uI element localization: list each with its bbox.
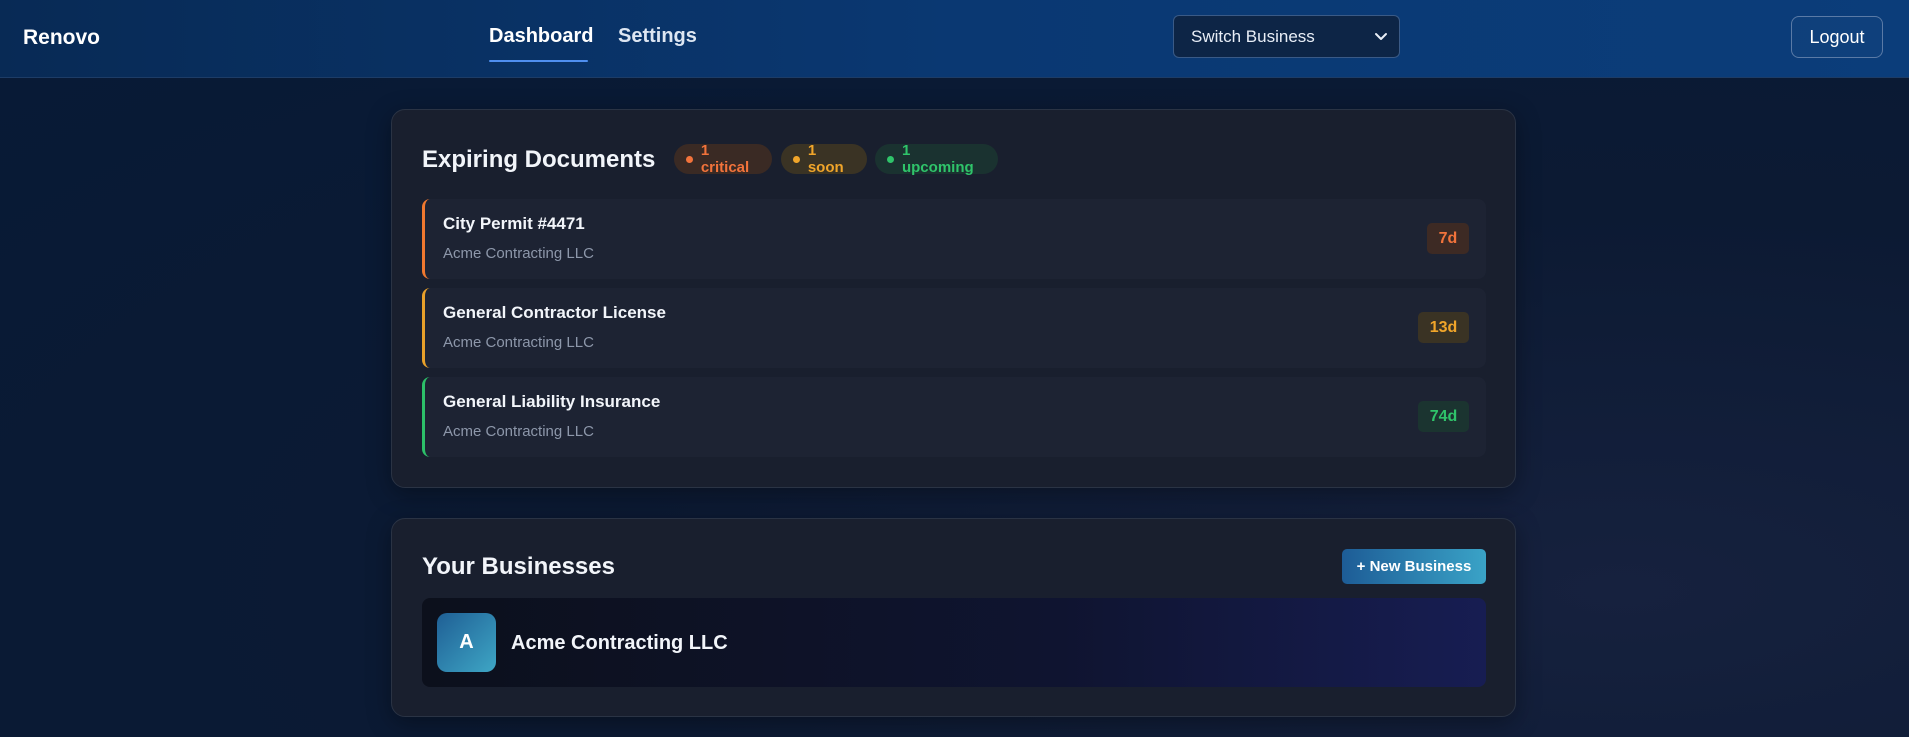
document-business: Acme Contracting LLC [443, 423, 594, 440]
chevron-down-icon [1375, 33, 1387, 40]
switch-business-selected-value: Switch Business [1191, 26, 1315, 46]
logout-button[interactable]: Logout [1791, 16, 1883, 58]
document-name: General Liability Insurance [443, 392, 661, 411]
business-name: Acme Contracting LLC [511, 632, 728, 654]
upcoming-dot-icon [887, 155, 894, 163]
critical-count-label: 1 critical [700, 142, 750, 176]
critical-count-badge: 1 critical [674, 142, 772, 176]
days-remaining-badge: 7d [1427, 223, 1469, 254]
document-name: General Contractor License [443, 303, 666, 322]
expiring-documents-card: Expiring Documents 1 critical 1 soon 1 u… [391, 109, 1516, 488]
your-businesses-card: Your Businesses + New Business A Acme Co… [391, 518, 1516, 717]
document-row-contractor-license[interactable]: General Contractor License Acme Contract… [422, 288, 1486, 368]
document-business: Acme Contracting LLC [443, 245, 594, 262]
top-navigation-bar: Renovo Dashboard Settings Switch Busines… [0, 0, 1909, 78]
switch-business-select[interactable]: Switch Business [1173, 15, 1400, 58]
soon-count-badge: 1 soon [781, 142, 867, 176]
document-name: City Permit #4471 [443, 214, 585, 233]
upcoming-count-label: 1 upcoming [901, 142, 974, 176]
expiring-documents-title: Expiring Documents [422, 146, 656, 173]
days-remaining-badge: 74d [1418, 401, 1469, 432]
soon-dot-icon [793, 155, 800, 163]
document-business: Acme Contracting LLC [443, 334, 594, 351]
critical-dot-icon [686, 155, 693, 163]
document-row-city-permit[interactable]: City Permit #4471 Acme Contracting LLC 7… [422, 199, 1486, 279]
tab-dashboard[interactable]: Dashboard [489, 25, 593, 48]
your-businesses-title: Your Businesses [422, 553, 615, 580]
soon-count-label: 1 soon [807, 142, 844, 176]
document-row-liability-insurance[interactable]: General Liability Insurance Acme Contrac… [422, 377, 1486, 457]
active-tab-indicator [489, 60, 588, 62]
business-avatar: A [437, 613, 496, 672]
days-remaining-badge: 13d [1418, 312, 1469, 343]
upcoming-count-badge: 1 upcoming [875, 142, 998, 176]
business-list-item[interactable]: A Acme Contracting LLC [422, 598, 1486, 687]
brand-logo-text[interactable]: Renovo [23, 26, 100, 50]
new-business-button[interactable]: + New Business [1342, 549, 1486, 584]
tab-settings[interactable]: Settings [618, 25, 697, 48]
